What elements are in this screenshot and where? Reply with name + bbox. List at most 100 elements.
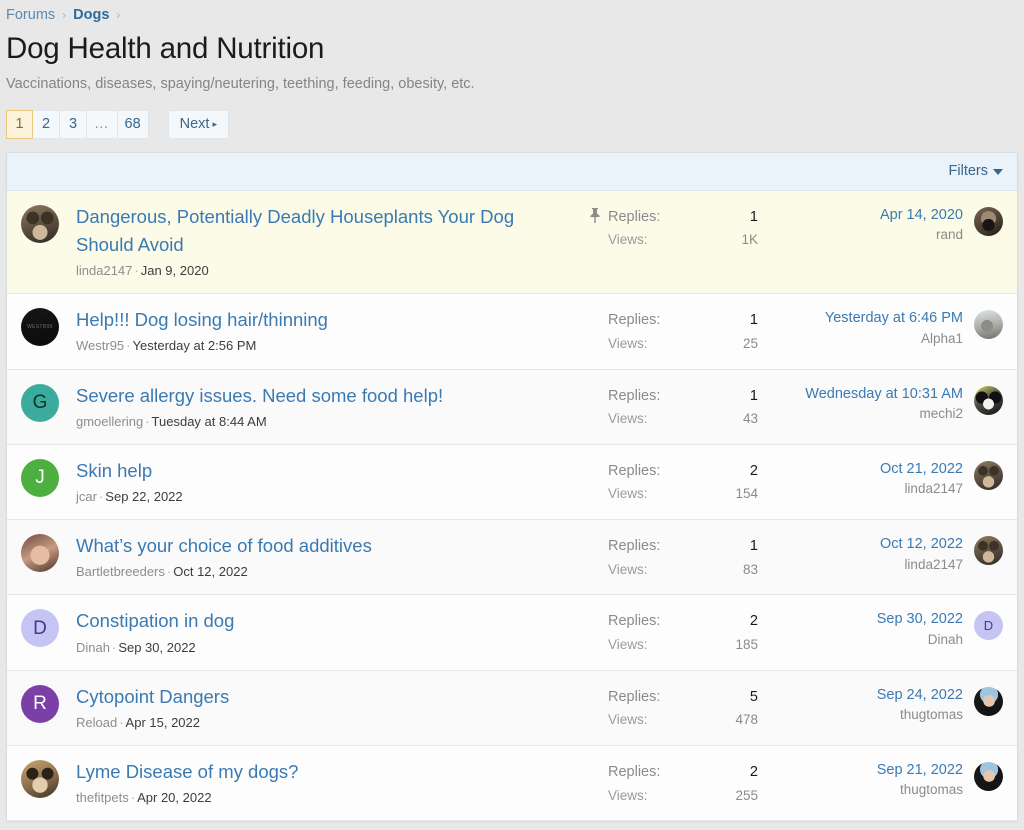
avatar[interactable]: [21, 760, 59, 799]
replies-label: Replies:: [608, 688, 661, 705]
avatar[interactable]: [974, 460, 1003, 490]
avatar[interactable]: [21, 534, 59, 573]
thread-row[interactable]: J Skin help jcar · Sep 22, 2022 Replies: 2 View…: [7, 444, 1017, 521]
pin-column: [582, 683, 608, 687]
thread-title-link[interactable]: Help!!! Dog losing hair/thinning: [76, 306, 572, 334]
views-stat: Views: 154: [608, 483, 758, 505]
thread-rows: Dangerous, Potentially Deadly Houseplant…: [7, 190, 1017, 822]
last-post-user[interactable]: mechi2: [758, 406, 963, 421]
thread-title-link[interactable]: What’s your choice of food additives: [76, 532, 572, 560]
meta-separator: ·: [166, 564, 172, 580]
thread-row[interactable]: G Severe allergy issues. Need some food h…: [7, 369, 1017, 445]
last-post-user[interactable]: linda2147: [758, 481, 963, 496]
thread-author[interactable]: Reload: [76, 715, 117, 730]
avatar[interactable]: [974, 762, 1003, 792]
last-post-user[interactable]: thugtomas: [758, 782, 963, 797]
avatar[interactable]: [974, 206, 1003, 236]
last-post-date-link[interactable]: Oct 21, 2022: [758, 460, 963, 479]
replies-stat: Replies: 1: [608, 535, 758, 558]
replies-stat: Replies: 1: [608, 385, 758, 408]
pagination-page-2[interactable]: 2: [33, 109, 60, 139]
thread-meta: Westr95 · Yesterday at 2:56 PM: [76, 337, 572, 355]
avatar[interactable]: [974, 686, 1003, 716]
last-post-date-link[interactable]: Wednesday at 10:31 AM: [758, 385, 963, 404]
last-post-user[interactable]: Dinah: [758, 632, 963, 647]
views-label: Views:: [608, 636, 648, 652]
thread-author[interactable]: linda2147: [76, 263, 132, 278]
thread-row[interactable]: Dangerous, Potentially Deadly Houseplant…: [7, 190, 1017, 295]
last-post-user[interactable]: linda2147: [758, 557, 963, 572]
avatar[interactable]: D: [21, 609, 59, 648]
thread-title-link[interactable]: Cytopoint Dangers: [76, 683, 572, 711]
thread-list-filter-bar: Filters: [7, 152, 1017, 191]
breadcrumb-item-dogs[interactable]: Dogs: [73, 7, 109, 23]
thread-stats: Replies: 2 Views: 185: [608, 607, 758, 655]
thread-date: Oct 12, 2022: [173, 564, 248, 580]
last-post-column: Sep 30, 2022 Dinah: [758, 607, 973, 646]
thread-author[interactable]: Dinah: [76, 640, 110, 655]
avatar[interactable]: J: [21, 458, 59, 497]
thread-main-column: Severe allergy issues. Need some food he…: [59, 382, 582, 431]
replies-stat: Replies: 2: [608, 761, 758, 784]
filters-button[interactable]: Filters: [949, 163, 1003, 179]
thread-author[interactable]: Westr95: [76, 338, 124, 353]
last-post-user[interactable]: thugtomas: [758, 707, 963, 722]
pagination-page-1[interactable]: 1: [6, 109, 33, 139]
thread-meta: thefitpets · Apr 20, 2022: [76, 789, 572, 807]
last-post-avatar-column: [973, 203, 1003, 236]
meta-separator: ·: [98, 488, 104, 504]
thread-title-link[interactable]: Constipation in dog: [76, 607, 572, 635]
replies-stat: Replies: 2: [608, 610, 758, 633]
last-post-date-link[interactable]: Sep 24, 2022: [758, 686, 963, 705]
thread-stats: Replies: 1 Views: 43: [608, 382, 758, 430]
thread-author[interactable]: gmoellering: [76, 414, 143, 429]
last-post-user[interactable]: Alpha1: [758, 331, 963, 346]
thread-row[interactable]: R Cytopoint Dangers Reload · Apr 15, 2022 Rep…: [7, 670, 1017, 747]
last-post-column: Oct 21, 2022 linda2147: [758, 457, 973, 496]
avatar[interactable]: G: [21, 383, 59, 422]
replies-stat: Replies: 2: [608, 460, 758, 483]
thread-stats: Replies: 5 Views: 478: [608, 683, 758, 731]
breadcrumb-item-forums[interactable]: Forums: [6, 7, 55, 23]
page-description: Vaccinations, diseases, spaying/neuterin…: [6, 75, 475, 92]
last-post-date-link[interactable]: Apr 14, 2020: [758, 206, 963, 225]
avatar[interactable]: [21, 204, 59, 243]
avatar[interactable]: [974, 310, 1003, 340]
last-post-date-link[interactable]: Sep 30, 2022: [758, 610, 963, 629]
avatar[interactable]: [974, 385, 1003, 415]
avatar[interactable]: WESTR95: [21, 308, 59, 347]
last-post-user[interactable]: rand: [758, 227, 963, 242]
last-post-date-link[interactable]: Sep 21, 2022: [758, 761, 963, 780]
filters-label: Filters: [948, 163, 988, 180]
thread-title-link[interactable]: Severe allergy issues. Need some food he…: [76, 382, 572, 410]
pagination-page-68[interactable]: 68: [117, 109, 149, 139]
avatar[interactable]: [974, 536, 1003, 566]
thread-row[interactable]: Lyme Disease of my dogs? thefitpets · Apr 2…: [7, 746, 1017, 822]
avatar[interactable]: R: [21, 684, 59, 723]
thread-title-link[interactable]: Skin help: [76, 457, 572, 485]
page-title: Dog Health and Nutrition: [6, 32, 325, 65]
views-stat: Views: 1K: [608, 229, 758, 251]
thread-meta: jcar · Sep 22, 2022: [76, 488, 572, 506]
views-label: Views:: [608, 335, 648, 351]
thread-date: Apr 15, 2022: [125, 714, 200, 730]
last-post-date-link[interactable]: Oct 12, 2022: [758, 535, 963, 554]
thread-author[interactable]: jcar: [76, 489, 97, 504]
last-post-avatar-column: [973, 758, 1003, 792]
meta-separator: ·: [130, 790, 136, 806]
thread-title-link[interactable]: Lyme Disease of my dogs?: [76, 758, 572, 786]
avatar[interactable]: D: [974, 611, 1003, 641]
thread-row[interactable]: D Constipation in dog Dinah · Sep 30, 2022 Re…: [7, 595, 1017, 671]
thread-row[interactable]: What’s your choice of food additives Bart…: [7, 520, 1017, 596]
thread-main-column: Dangerous, Potentially Deadly Houseplant…: [59, 203, 582, 280]
meta-separator: ·: [126, 338, 131, 354]
views-value: 83: [742, 561, 758, 577]
thread-title-link[interactable]: Dangerous, Potentially Deadly Houseplant…: [76, 203, 572, 259]
last-post-date-link[interactable]: Yesterday at 6:46 PM: [758, 309, 963, 328]
thread-meta: gmoellering · Tuesday at 8:44 AM: [76, 413, 572, 431]
thread-row[interactable]: WESTR95 Help!!! Dog losing hair/thinning W…: [7, 294, 1017, 370]
pagination-page-3[interactable]: 3: [60, 109, 87, 139]
pagination-next-button[interactable]: Next ▸: [167, 109, 229, 139]
thread-author[interactable]: thefitpets: [76, 790, 129, 805]
thread-author[interactable]: Bartletbreeders: [76, 564, 165, 579]
